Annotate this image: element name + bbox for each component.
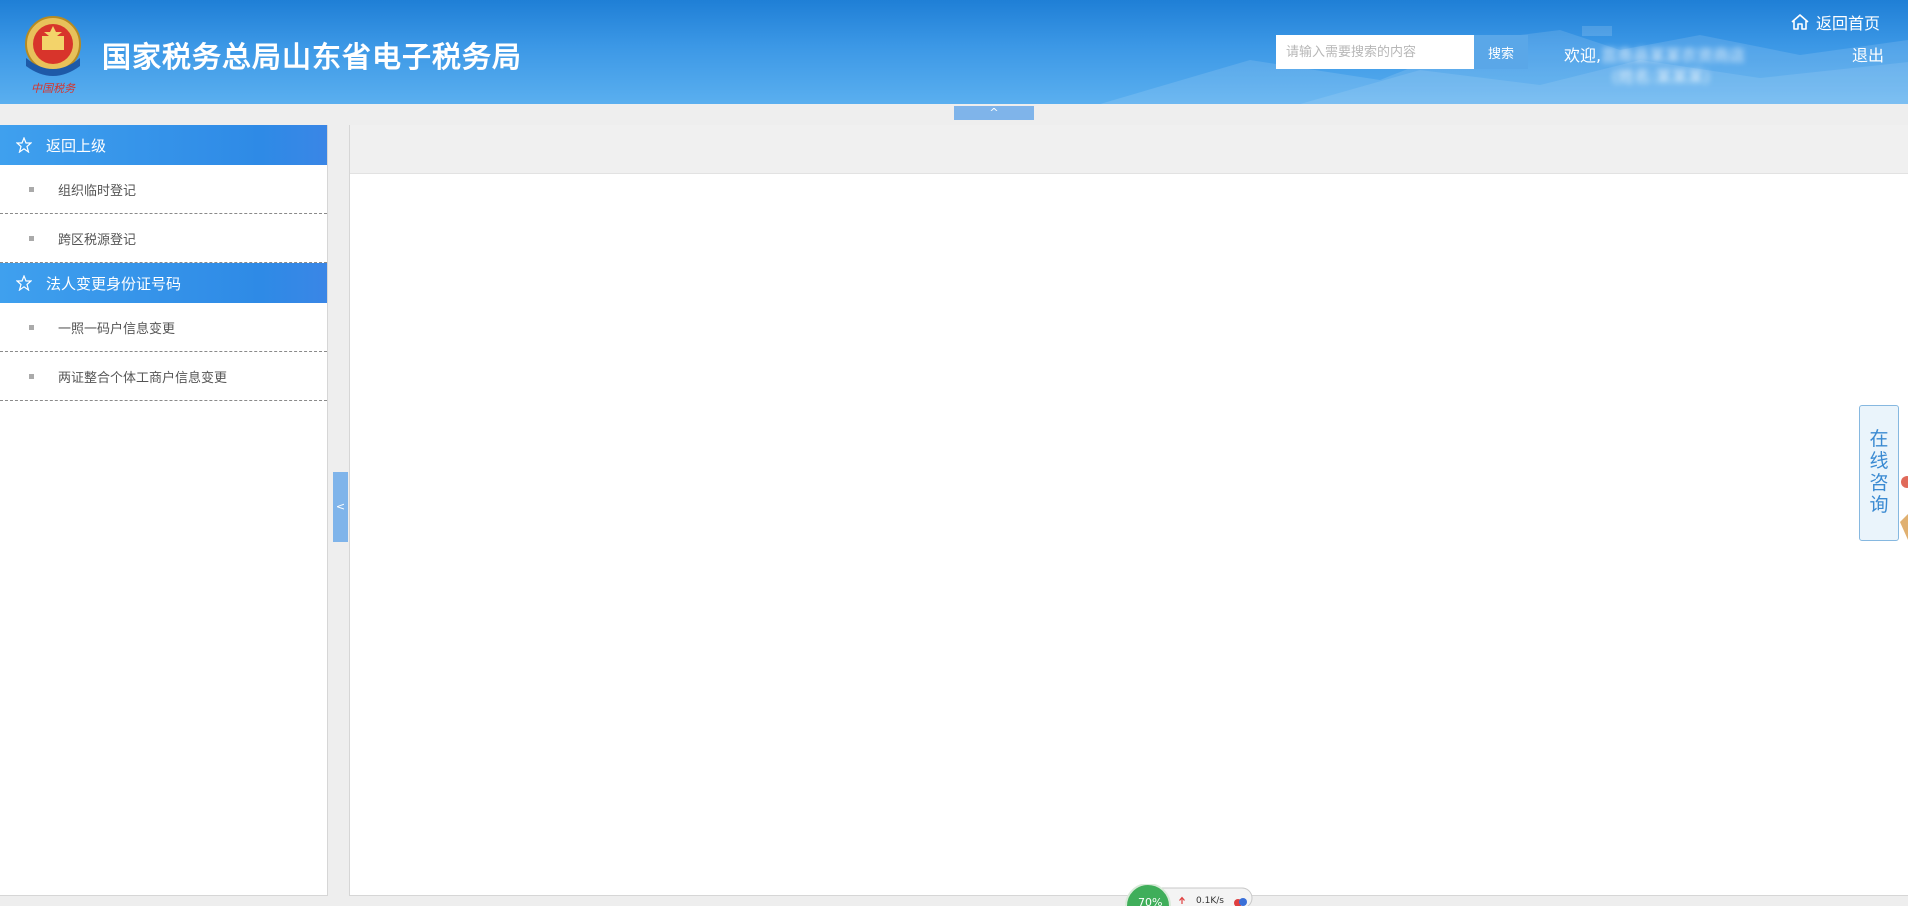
bullet-icon <box>29 324 34 330</box>
search-input[interactable] <box>1276 35 1474 69</box>
sidebar-section-back[interactable]: 返回上级 <box>0 125 327 165</box>
header-banner: 中国税务 国家税务总局山东省电子税务局 搜索 返回首页 欢迎,莒南县某某农资商店… <box>0 0 1908 104</box>
sidebar-item-unified-code-change[interactable]: 一照一码户信息变更 <box>0 303 327 352</box>
home-link-label: 返回首页 <box>1816 14 1881 33</box>
bullet-icon <box>29 373 34 379</box>
sidebar-section-legal-person-id[interactable]: 法人变更身份证号码 <box>0 263 327 303</box>
logout-link[interactable]: 退出 <box>1852 42 1884 66</box>
sidebar-item-cross-region-registration[interactable]: 跨区税源登记 <box>0 214 327 263</box>
tax-emblem-icon: 中国税务 <box>25 16 81 95</box>
sidebar-item-label: 两证整合个体工商户信息变更 <box>58 370 228 386</box>
net-percent: 70% <box>1138 896 1162 906</box>
mascot-icon <box>1900 476 1908 540</box>
bullet-icon <box>29 235 34 241</box>
sidebar-section-label: 法人变更身份证号码 <box>46 274 182 293</box>
sidebar-item-label: 跨区税源登记 <box>58 232 137 248</box>
network-monitor-widget: 70% <box>1125 884 1253 906</box>
sidebar-item-temp-registration[interactable]: 组织临时登记 <box>0 165 327 214</box>
bullet-icon <box>29 186 34 192</box>
consult-char: 线 <box>1869 450 1889 472</box>
sidebar: 返回上级 组织临时登记 跨区税源登记 法人变更身份证号码 一照一码户信息变更 两… <box>0 125 328 896</box>
consult-char: 咨 <box>1869 472 1889 494</box>
online-consult-button[interactable]: 在 线 咨 询 <box>1859 405 1899 541</box>
svg-text:中国税务: 中国税务 <box>31 82 76 95</box>
sidebar-item-individual-business-change[interactable]: 两证整合个体工商户信息变更 <box>0 352 327 401</box>
home-icon <box>1791 14 1809 30</box>
sidebar-section-label: 返回上级 <box>46 136 107 155</box>
user-name: (姓名:某某某) <box>1612 67 1710 86</box>
main-content <box>349 125 1908 896</box>
consult-char: 在 <box>1869 428 1889 450</box>
main-toolbar <box>350 125 1908 174</box>
collapse-sidebar-button[interactable]: < <box>333 472 348 542</box>
home-link[interactable]: 返回首页 <box>1790 10 1880 34</box>
site-title: 国家税务总局山东省电子税务局 <box>102 40 523 74</box>
net-speed: 0.1K/s <box>1196 896 1224 906</box>
search-button[interactable]: 搜索 <box>1474 35 1528 69</box>
welcome-prefix: 欢迎, <box>1564 46 1602 65</box>
star-outline-icon <box>16 275 32 291</box>
consult-char: 询 <box>1869 494 1889 516</box>
sidebar-item-label: 组织临时登记 <box>58 183 137 199</box>
collapse-header-button[interactable]: ^ <box>954 106 1034 120</box>
sidebar-item-label: 一照一码户信息变更 <box>58 321 176 337</box>
star-outline-icon <box>16 137 32 153</box>
